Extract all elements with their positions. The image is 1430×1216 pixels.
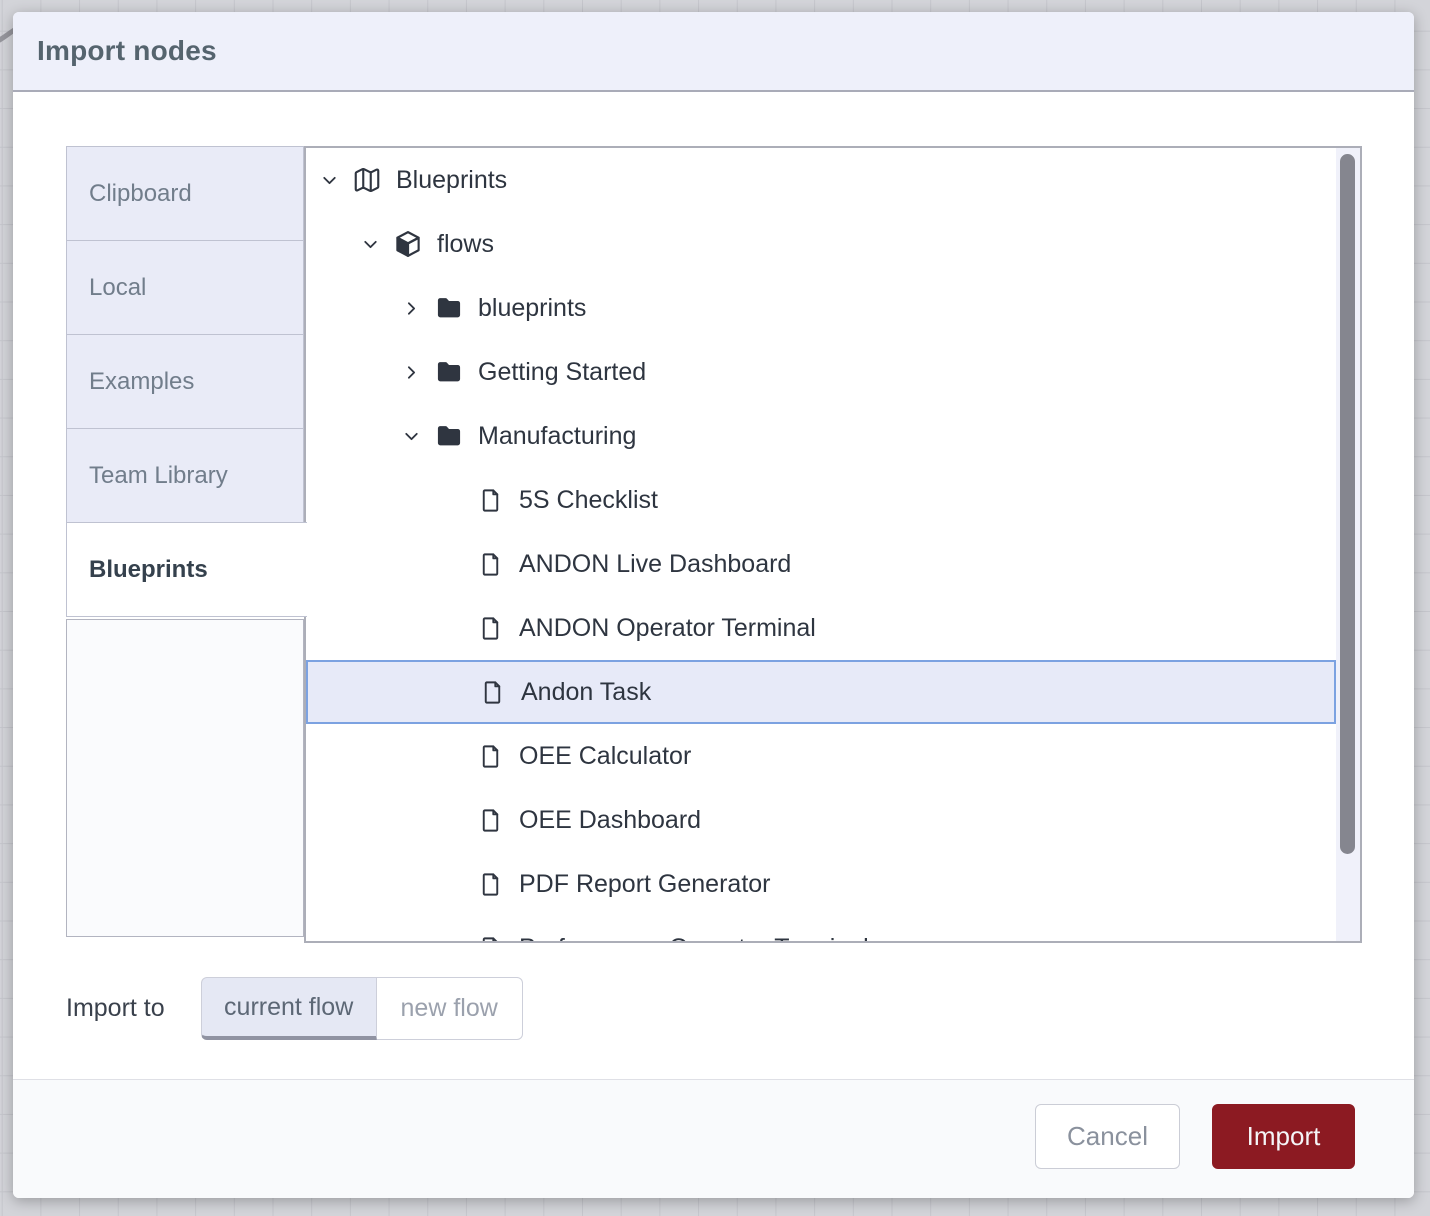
file-icon-wrap xyxy=(475,485,505,515)
library-tree-panel: Blueprints flows blueprints Getting Started… xyxy=(304,146,1362,943)
chevron-down-toggle[interactable] xyxy=(359,233,381,255)
tree-row-label: Getting Started xyxy=(478,358,646,387)
map-icon-wrap xyxy=(352,165,382,195)
package-icon-wrap xyxy=(393,229,423,259)
chevron-down-toggle[interactable] xyxy=(400,425,422,447)
tree-row[interactable]: blueprints xyxy=(306,276,1336,340)
chevron-down-icon xyxy=(401,426,422,447)
file-icon-wrap xyxy=(475,933,505,943)
tree-row-label: Performance Operator Terminal xyxy=(519,934,869,944)
import-to-label: Import to xyxy=(66,994,165,1023)
file-icon xyxy=(477,743,504,770)
import-target-current-flow[interactable]: current flow xyxy=(201,977,377,1040)
tree-row[interactable]: Performance Operator Terminal xyxy=(306,916,1336,943)
tree-row[interactable]: Blueprints xyxy=(306,148,1336,212)
tree-row-label: flows xyxy=(437,230,494,259)
sidebar-tab-team-library[interactable]: Team Library xyxy=(66,428,304,523)
file-icon xyxy=(477,615,504,642)
tree-row[interactable]: OEE Dashboard xyxy=(306,788,1336,852)
tree-row[interactable]: Getting Started xyxy=(306,340,1336,404)
sidebar-tab-examples[interactable]: Examples xyxy=(66,334,304,429)
dialog-title: Import nodes xyxy=(37,35,217,67)
tree-row[interactable]: ANDON Live Dashboard xyxy=(306,532,1336,596)
file-icon-wrap xyxy=(475,869,505,899)
import-button[interactable]: Import xyxy=(1212,1104,1355,1169)
scrollbar-track[interactable] xyxy=(1336,148,1360,941)
tree-row[interactable]: flows xyxy=(306,212,1336,276)
chevron-right-toggle[interactable] xyxy=(400,361,422,383)
sidebar-tab-clipboard[interactable]: Clipboard xyxy=(66,146,304,241)
import-target-new-flow[interactable]: new flow xyxy=(377,977,523,1040)
library-tabs: ClipboardLocalExamplesTeam LibraryBluepr… xyxy=(66,146,304,937)
file-icon-wrap xyxy=(475,549,505,579)
tree-rows: Blueprints flows blueprints Getting Started… xyxy=(306,148,1336,943)
chevron-down-icon xyxy=(360,234,381,255)
chevron-down-toggle[interactable] xyxy=(318,169,340,191)
tree-row[interactable]: OEE Calculator xyxy=(306,724,1336,788)
file-icon-wrap xyxy=(475,741,505,771)
tree-row-label: Blueprints xyxy=(396,166,507,195)
package-icon xyxy=(393,229,423,259)
import-target-toggle: current flownew flow xyxy=(201,977,523,1040)
file-icon-wrap xyxy=(475,613,505,643)
sidebar-tab-local[interactable]: Local xyxy=(66,240,304,335)
tree-row-label: blueprints xyxy=(478,294,586,323)
chevron-right-icon xyxy=(401,362,422,383)
scrollbar-thumb[interactable] xyxy=(1340,154,1355,854)
file-icon xyxy=(479,679,506,706)
folder-icon-wrap xyxy=(434,357,464,387)
import-nodes-dialog: Import nodes ClipboardLocalExamplesTeam … xyxy=(13,12,1414,1198)
import-to-row: Import to current flownew flow xyxy=(66,977,523,1040)
file-icon xyxy=(477,871,504,898)
tree-row[interactable]: Andon Task xyxy=(306,660,1336,724)
tree-row-label: OEE Calculator xyxy=(519,742,691,771)
folder-icon xyxy=(435,422,463,450)
file-icon-wrap xyxy=(475,805,505,835)
folder-icon-wrap xyxy=(434,293,464,323)
file-icon-wrap xyxy=(477,677,507,707)
dialog-footer: Cancel Import xyxy=(13,1079,1414,1198)
dialog-header: Import nodes xyxy=(13,12,1414,92)
tree-row[interactable]: PDF Report Generator xyxy=(306,852,1336,916)
file-icon xyxy=(477,807,504,834)
file-icon xyxy=(477,487,504,514)
folder-icon-wrap xyxy=(434,421,464,451)
tree-row-label: Manufacturing xyxy=(478,422,636,451)
tree-row-label: 5S Checklist xyxy=(519,486,658,515)
tree-row-label: ANDON Live Dashboard xyxy=(519,550,791,579)
tree-row-label: ANDON Operator Terminal xyxy=(519,614,816,643)
chevron-down-icon xyxy=(319,170,340,191)
file-icon xyxy=(477,551,504,578)
tree-row[interactable]: 5S Checklist xyxy=(306,468,1336,532)
tree-row-label: Andon Task xyxy=(521,678,651,707)
tabs-filler xyxy=(66,619,304,937)
chevron-right-toggle[interactable] xyxy=(400,297,422,319)
folder-icon xyxy=(435,294,463,322)
sidebar-tab-blueprints[interactable]: Blueprints xyxy=(66,522,307,617)
tree-row-label: OEE Dashboard xyxy=(519,806,701,835)
chevron-right-icon xyxy=(401,298,422,319)
file-icon xyxy=(477,935,504,944)
tree-row-label: PDF Report Generator xyxy=(519,870,771,899)
folder-icon xyxy=(435,358,463,386)
map-icon xyxy=(352,165,382,195)
tree-row[interactable]: ANDON Operator Terminal xyxy=(306,596,1336,660)
cancel-button[interactable]: Cancel xyxy=(1035,1104,1180,1169)
tree-row[interactable]: Manufacturing xyxy=(306,404,1336,468)
